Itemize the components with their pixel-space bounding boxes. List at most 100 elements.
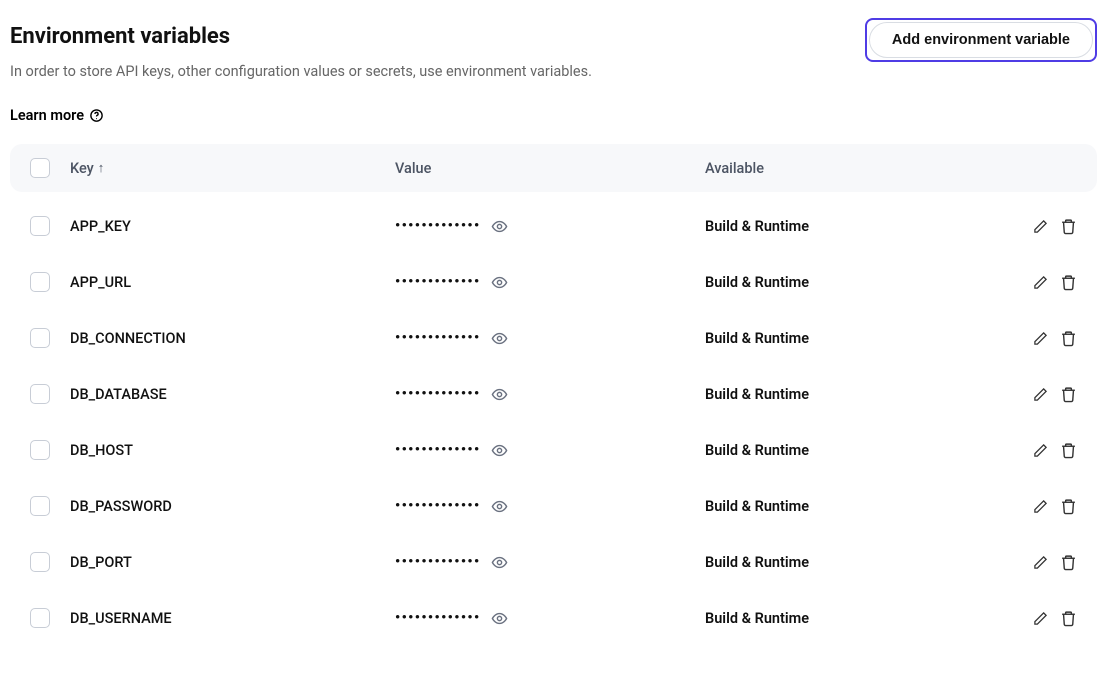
reveal-value-button[interactable] (491, 330, 508, 347)
add-environment-variable-button[interactable]: Add environment variable (869, 22, 1093, 58)
learn-more-label: Learn more (10, 107, 84, 124)
eye-icon (491, 330, 508, 347)
env-var-availability: Build & Runtime (705, 330, 1007, 347)
env-var-masked-value: ••••••••••••• (395, 218, 481, 234)
env-var-key: DB_USERNAME (70, 610, 395, 627)
row-checkbox[interactable] (30, 552, 50, 572)
help-circle-icon (89, 108, 104, 123)
env-var-availability: Build & Runtime (705, 218, 1007, 235)
delete-button[interactable] (1060, 610, 1077, 627)
env-vars-table: Key ↑ Value Available APP_KEY•••••••••••… (10, 144, 1097, 646)
pencil-icon (1033, 331, 1048, 346)
delete-button[interactable] (1060, 330, 1077, 347)
column-header-available[interactable]: Available (705, 160, 1007, 177)
table-row: DB_DATABASE••••••••••••• Build & Runtime (10, 366, 1097, 422)
table-row: DB_CONNECTION••••••••••••• Build & Runtim… (10, 310, 1097, 366)
env-var-key: DB_PORT (70, 554, 395, 571)
table-row: APP_URL••••••••••••• Build & Runtime (10, 254, 1097, 310)
delete-button[interactable] (1060, 386, 1077, 403)
pencil-icon (1033, 555, 1048, 570)
table-header: Key ↑ Value Available (10, 144, 1097, 192)
env-var-key: DB_DATABASE (70, 386, 395, 403)
reveal-value-button[interactable] (491, 554, 508, 571)
edit-button[interactable] (1033, 219, 1048, 234)
trash-icon (1060, 442, 1077, 459)
table-row: DB_PORT••••••••••••• Build & Runtime (10, 534, 1097, 590)
eye-icon (491, 386, 508, 403)
edit-button[interactable] (1033, 275, 1048, 290)
page-subtitle: In order to store API keys, other config… (10, 61, 592, 83)
row-checkbox[interactable] (30, 272, 50, 292)
env-var-key: DB_HOST (70, 442, 395, 459)
pencil-icon (1033, 611, 1048, 626)
delete-button[interactable] (1060, 498, 1077, 515)
page-title: Environment variables (10, 24, 592, 49)
env-var-key: DB_PASSWORD (70, 498, 395, 515)
reveal-value-button[interactable] (491, 386, 508, 403)
table-row: DB_PASSWORD••••••••••••• Build & Runtime (10, 478, 1097, 534)
row-checkbox[interactable] (30, 328, 50, 348)
trash-icon (1060, 274, 1077, 291)
delete-button[interactable] (1060, 554, 1077, 571)
pencil-icon (1033, 499, 1048, 514)
learn-more-link[interactable]: Learn more (10, 107, 104, 124)
pencil-icon (1033, 275, 1048, 290)
pencil-icon (1033, 387, 1048, 402)
row-checkbox[interactable] (30, 216, 50, 236)
row-checkbox[interactable] (30, 384, 50, 404)
delete-button[interactable] (1060, 218, 1077, 235)
env-var-key: DB_CONNECTION (70, 330, 395, 347)
reveal-value-button[interactable] (491, 442, 508, 459)
edit-button[interactable] (1033, 331, 1048, 346)
env-var-availability: Build & Runtime (705, 498, 1007, 515)
eye-icon (491, 498, 508, 515)
pencil-icon (1033, 219, 1048, 234)
trash-icon (1060, 610, 1077, 627)
reveal-value-button[interactable] (491, 498, 508, 515)
env-var-masked-value: ••••••••••••• (395, 554, 481, 570)
trash-icon (1060, 554, 1077, 571)
edit-button[interactable] (1033, 443, 1048, 458)
row-checkbox[interactable] (30, 608, 50, 628)
reveal-value-button[interactable] (491, 610, 508, 627)
add-button-highlight: Add environment variable (865, 18, 1097, 62)
env-var-availability: Build & Runtime (705, 442, 1007, 459)
column-header-value[interactable]: Value (395, 160, 705, 177)
eye-icon (491, 218, 508, 235)
eye-icon (491, 442, 508, 459)
env-var-availability: Build & Runtime (705, 274, 1007, 291)
table-row: APP_KEY•••••••••••••Build & Runtime (10, 198, 1097, 254)
trash-icon (1060, 498, 1077, 515)
env-var-masked-value: ••••••••••••• (395, 386, 481, 402)
column-header-key[interactable]: Key ↑ (70, 160, 395, 177)
env-var-masked-value: ••••••••••••• (395, 610, 481, 626)
trash-icon (1060, 330, 1077, 347)
env-var-masked-value: ••••••••••••• (395, 442, 481, 458)
delete-button[interactable] (1060, 274, 1077, 291)
row-checkbox[interactable] (30, 496, 50, 516)
pencil-icon (1033, 443, 1048, 458)
edit-button[interactable] (1033, 499, 1048, 514)
edit-button[interactable] (1033, 387, 1048, 402)
delete-button[interactable] (1060, 442, 1077, 459)
env-var-availability: Build & Runtime (705, 386, 1007, 403)
table-row: DB_HOST••••••••••••• Build & Runtime (10, 422, 1097, 478)
env-var-availability: Build & Runtime (705, 610, 1007, 627)
select-all-checkbox[interactable] (30, 158, 50, 178)
row-checkbox[interactable] (30, 440, 50, 460)
edit-button[interactable] (1033, 611, 1048, 626)
env-var-masked-value: ••••••••••••• (395, 274, 481, 290)
env-var-masked-value: ••••••••••••• (395, 498, 481, 514)
trash-icon (1060, 386, 1077, 403)
env-var-masked-value: ••••••••••••• (395, 330, 481, 346)
table-row: DB_USERNAME••••••••••••• Build & Runtime (10, 590, 1097, 646)
env-var-key: APP_URL (70, 274, 395, 291)
env-var-availability: Build & Runtime (705, 554, 1007, 571)
trash-icon (1060, 218, 1077, 235)
reveal-value-button[interactable] (491, 218, 508, 235)
column-header-key-label: Key (70, 160, 94, 177)
eye-icon (491, 554, 508, 571)
eye-icon (491, 610, 508, 627)
reveal-value-button[interactable] (491, 274, 508, 291)
edit-button[interactable] (1033, 555, 1048, 570)
